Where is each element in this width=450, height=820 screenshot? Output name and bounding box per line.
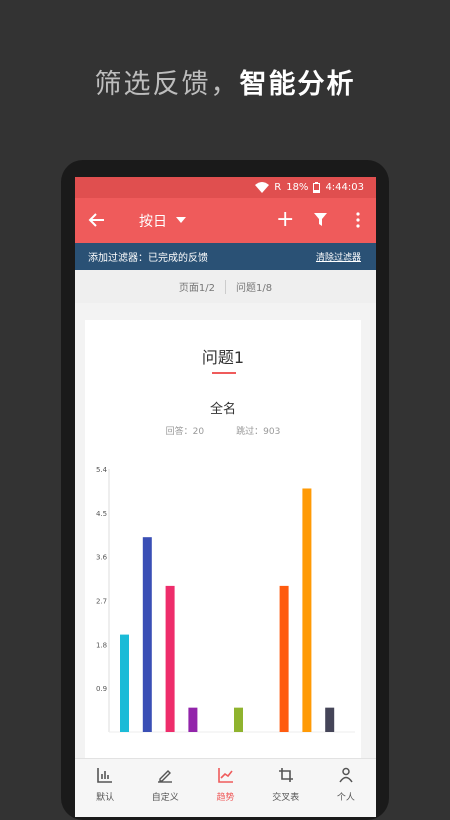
chart-bar [279,585,289,732]
question-subtitle: 全名 [209,402,236,417]
y-tick-label: 4.5 [96,510,107,518]
nav-label: 趋势 [216,793,235,803]
answered-count: 回答：20 [165,427,205,437]
wifi-icon [255,182,270,193]
y-tick-label: 3.6 [96,554,108,562]
person-icon [338,767,354,786]
pager: 页面1/2 问题1/8 [75,270,376,303]
skipped-count: 跳过：903 [236,427,281,437]
nav-item-crosstab[interactable]: 交叉表 [256,759,316,817]
app-screen: R 18% 4:44:03 按日 + 添加过滤器：已完成的反馈 清除过滤器 页面… [75,177,376,817]
bar-chart-icon [97,767,113,786]
nav-item-edit[interactable]: 自定义 [135,759,195,817]
more-vert-icon[interactable] [356,212,360,228]
page-indicator[interactable]: 页面1/2 [179,279,215,294]
answer-stats: 回答：20 跳过：903 [85,424,361,437]
chart-bar [142,537,152,732]
nav-item-trend[interactable]: 趋势 [195,759,255,817]
nav-label: 默认 [96,793,115,803]
status-bar: R 18% 4:44:03 [75,177,376,198]
add-icon[interactable]: + [276,209,294,231]
filter-icon[interactable] [314,213,327,227]
chart-bar [302,488,312,732]
promo-headline: 筛选反馈，智能分析 [0,62,450,101]
nav-label: 个人 [336,793,355,803]
pager-divider [225,279,226,294]
back-arrow-icon[interactable] [87,210,107,230]
y-tick-label: 0.9 [96,685,107,693]
question-indicator[interactable]: 问题1/8 [236,279,272,294]
y-tick-label: 5.4 [96,466,108,474]
date-mode-dropdown[interactable]: 按日 [139,211,167,231]
question-title: 问题1 [201,348,245,367]
y-tick-label: 1.8 [96,641,107,649]
clock: 4:44:03 [325,182,364,193]
bottom-nav: 默认 自定义 趋势 交叉表 个人 [75,758,376,817]
y-tick-label: 2.7 [96,598,107,606]
bar-chart: 0.9 1.8 2.7 3.6 4.5 5.4 [96,466,355,733]
filter-text: 添加过滤器：已完成的反馈 [88,253,208,264]
filter-bar: 添加过滤器：已完成的反馈 清除过滤器 [75,243,376,270]
toolbar: 按日 + [75,198,376,243]
nav-item-person[interactable]: 个人 [316,759,376,817]
crosstab-icon [278,767,294,786]
chart-bar [120,634,129,732]
chart-bar [325,707,335,732]
headline-part1: 筛选反馈， [94,69,240,100]
chart-bar [188,707,198,732]
nav-label: 自定义 [151,793,179,803]
title-underline [212,372,236,374]
nav-label: 交叉表 [272,793,300,803]
network-indicator: R [274,182,282,193]
chart-bar [165,585,175,732]
clear-filter-link[interactable]: 清除过滤器 [316,250,361,263]
battery-percent: 18% [286,182,309,193]
chevron-down-icon[interactable] [176,217,186,223]
trend-icon [217,767,234,786]
question-card: 问题1 全名 回答：20 跳过：903 0.9 1.8 2.7 3.6 4.5 5.4 [85,320,361,760]
nav-item-bar-chart[interactable]: 默认 [75,759,135,817]
chart-bar [234,707,243,732]
battery-icon [313,182,321,193]
headline-part2: 智能分析 [239,69,356,100]
edit-icon [157,767,173,786]
